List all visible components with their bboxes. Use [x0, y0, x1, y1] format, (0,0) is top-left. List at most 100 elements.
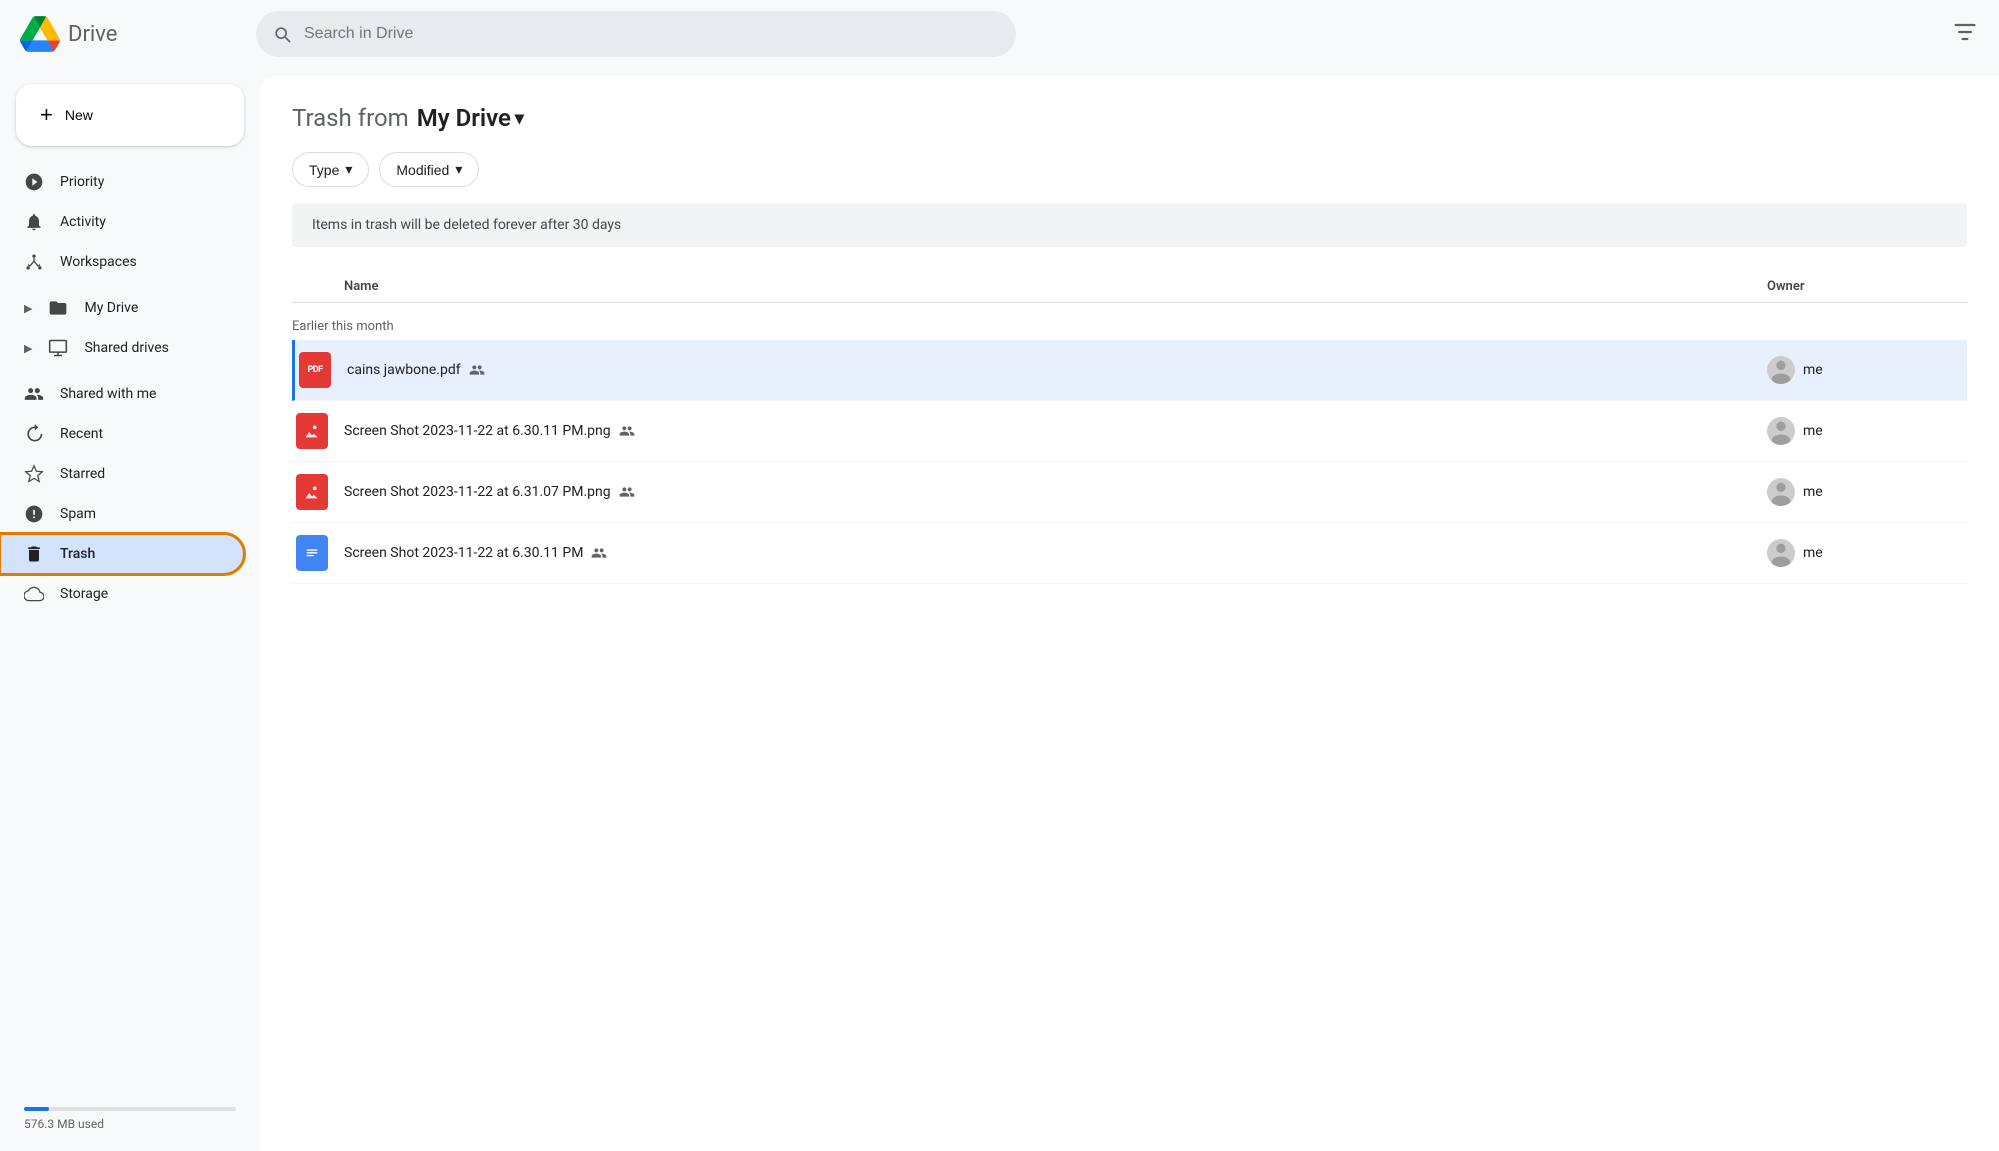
- avatar: [1767, 356, 1795, 384]
- col-owner-header: Owner: [1767, 279, 1967, 294]
- sidebar-item-shared-drives-label: Shared drives: [84, 340, 168, 356]
- table-row[interactable]: PDF cains jawbone.pdf me: [292, 340, 1967, 401]
- shared-icon: [591, 545, 607, 561]
- shared-drives-icon: [48, 338, 68, 358]
- search-input[interactable]: [304, 25, 1000, 43]
- file-list-header: Name Owner: [292, 271, 1967, 303]
- file-name: Screen Shot 2023-11-22 at 6.30.11 PM: [344, 545, 583, 561]
- search-icon: [272, 24, 292, 44]
- workspaces-icon: [24, 252, 44, 272]
- image-file-icon: [292, 472, 332, 512]
- sidebar-item-shared-with-me-label: Shared with me: [60, 386, 156, 402]
- sidebar-item-workspaces[interactable]: Workspaces: [0, 242, 244, 282]
- storage-icon: [24, 584, 44, 604]
- sidebar-item-storage-label: Storage: [60, 586, 108, 602]
- col-name-header: Name: [292, 279, 1767, 294]
- file-name-area: cains jawbone.pdf: [347, 362, 1767, 378]
- shared-drives-chevron-icon: ▶: [24, 342, 32, 355]
- new-button[interactable]: + New: [16, 84, 244, 146]
- sidebar-item-recent-label: Recent: [60, 426, 103, 442]
- storage-used-label: 576.3 MB used: [24, 1117, 236, 1131]
- owner-name: me: [1803, 362, 1823, 378]
- trash-icon: [24, 544, 44, 564]
- table-row[interactable]: Screen Shot 2023-11-22 at 6.30.11 PM me: [292, 523, 1967, 584]
- shared-with-me-icon: [24, 384, 44, 404]
- filter-row: Type ▾ Modified ▾: [292, 152, 1967, 187]
- modified-filter-arrow-icon: ▾: [455, 161, 462, 178]
- star-icon: [24, 464, 44, 484]
- recent-icon: [24, 424, 44, 444]
- topbar-right: [1951, 18, 1979, 50]
- sidebar-item-activity-label: Activity: [60, 214, 106, 230]
- new-button-label: New: [65, 107, 93, 123]
- file-name-area: Screen Shot 2023-11-22 at 6.30.11 PM: [344, 545, 1767, 561]
- sidebar-item-trash[interactable]: Trash: [0, 534, 244, 574]
- drive-dropdown-arrow-icon: ▾: [515, 108, 524, 129]
- time-group-label: Earlier this month: [292, 307, 1967, 340]
- sidebar-item-activity[interactable]: Activity: [0, 202, 244, 242]
- shared-icon: [619, 423, 635, 439]
- drive-logo-icon: [20, 14, 60, 54]
- modified-filter-button[interactable]: Modified ▾: [379, 152, 479, 187]
- sidebar-item-shared-with-me[interactable]: Shared with me: [0, 374, 244, 414]
- shared-icon: [619, 484, 635, 500]
- table-row[interactable]: Screen Shot 2023-11-22 at 6.30.11 PM.png…: [292, 401, 1967, 462]
- page-title-drive[interactable]: My Drive ▾: [417, 104, 524, 132]
- page-title-static: Trash from: [292, 104, 409, 132]
- file-owner: me: [1767, 417, 1967, 445]
- file-name: Screen Shot 2023-11-22 at 6.31.07 PM.png: [344, 484, 611, 500]
- main-content: Trash from My Drive ▾ Type ▾ Modified ▾ …: [260, 76, 1999, 1151]
- sidebar-item-starred[interactable]: Starred: [0, 454, 244, 494]
- file-name: cains jawbone.pdf: [347, 362, 461, 378]
- spam-icon: [24, 504, 44, 524]
- trash-notice-text: Items in trash will be deleted forever a…: [312, 217, 621, 233]
- sidebar: + New Priority Activity Workspaces ▶ My …: [0, 68, 260, 1151]
- sidebar-item-recent[interactable]: Recent: [0, 414, 244, 454]
- owner-name: me: [1803, 423, 1823, 439]
- file-owner: me: [1767, 539, 1967, 567]
- doc-file-icon: [292, 533, 332, 573]
- app-title: Drive: [68, 22, 117, 47]
- time-group-earlier: Earlier this month PDF cains jawbone.pdf: [292, 307, 1967, 584]
- sidebar-item-priority-label: Priority: [60, 174, 104, 190]
- sidebar-item-workspaces-label: Workspaces: [60, 254, 137, 270]
- drive-title-text: My Drive: [417, 104, 511, 132]
- search-bar[interactable]: [256, 11, 1016, 57]
- file-name-area: Screen Shot 2023-11-22 at 6.31.07 PM.png: [344, 484, 1767, 500]
- avatar: [1767, 539, 1795, 567]
- type-filter-arrow-icon: ▾: [345, 161, 352, 178]
- my-drive-icon: [48, 298, 68, 318]
- type-filter-label: Type: [309, 162, 339, 178]
- owner-name: me: [1803, 484, 1823, 500]
- filter-settings-icon[interactable]: [1951, 18, 1979, 46]
- sidebar-item-my-drive[interactable]: ▶ My Drive: [0, 288, 244, 328]
- sidebar-item-storage[interactable]: Storage: [0, 574, 244, 614]
- avatar: [1767, 417, 1795, 445]
- my-drive-chevron-icon: ▶: [24, 302, 32, 315]
- logo-area: Drive: [20, 14, 240, 54]
- trash-notice: Items in trash will be deleted forever a…: [292, 203, 1967, 247]
- sidebar-item-spam-label: Spam: [60, 506, 96, 522]
- bell-icon: [24, 212, 44, 232]
- main-layout: + New Priority Activity Workspaces ▶ My …: [0, 68, 1999, 1151]
- sidebar-item-my-drive-label: My Drive: [84, 300, 138, 316]
- file-name-area: Screen Shot 2023-11-22 at 6.30.11 PM.png: [344, 423, 1767, 439]
- sidebar-item-priority[interactable]: Priority: [0, 162, 244, 202]
- storage-bar-fill: [24, 1107, 49, 1111]
- sidebar-item-starred-label: Starred: [60, 466, 105, 482]
- sidebar-item-shared-drives[interactable]: ▶ Shared drives: [0, 328, 244, 368]
- sidebar-item-trash-label: Trash: [60, 546, 95, 562]
- topbar: Drive: [0, 0, 1999, 68]
- storage-area: 576.3 MB used: [0, 1089, 260, 1143]
- type-filter-button[interactable]: Type ▾: [292, 152, 369, 187]
- sidebar-item-spam[interactable]: Spam: [0, 494, 244, 534]
- new-plus-icon: +: [40, 102, 53, 128]
- avatar: [1767, 478, 1795, 506]
- page-title-row: Trash from My Drive ▾: [292, 104, 1967, 132]
- table-row[interactable]: Screen Shot 2023-11-22 at 6.31.07 PM.png…: [292, 462, 1967, 523]
- file-owner: me: [1767, 478, 1967, 506]
- shared-icon: [469, 362, 485, 378]
- priority-icon: [24, 172, 44, 192]
- pdf-file-icon: PDF: [295, 350, 335, 390]
- owner-name: me: [1803, 545, 1823, 561]
